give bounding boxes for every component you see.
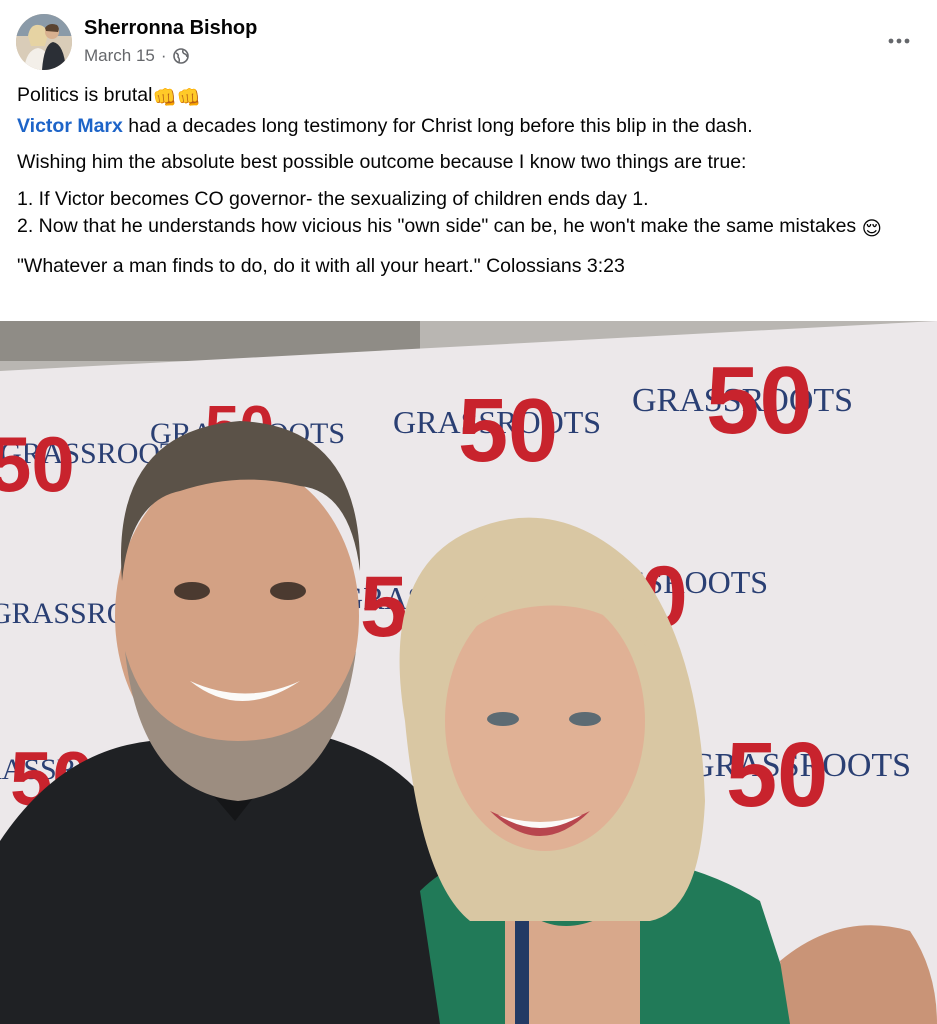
more-options-icon	[888, 38, 910, 44]
backdrop-50-8: 50	[726, 724, 828, 826]
meta-separator: ·	[160, 46, 167, 65]
facebook-post: Sherronna Bishop March 15 · Politics is …	[0, 0, 937, 1024]
politics-text: Politics is brutal	[17, 84, 153, 106]
fist-bump-emoji-icon: 👊👊	[152, 87, 202, 109]
more-options-button[interactable]	[881, 26, 917, 56]
globe-icon[interactable]	[172, 48, 189, 64]
author-avatar[interactable]	[16, 14, 72, 70]
relieved-face-emoji-icon: 😌	[861, 218, 882, 240]
backdrop-50-1: 50	[0, 420, 75, 508]
post-header: Sherronna Bishop March 15 ·	[16, 14, 921, 72]
mention-sentence: had a decades long testimony for Christ …	[122, 114, 753, 137]
author-name[interactable]: Sherronna Bishop	[84, 17, 257, 40]
line-politics: Politics is brutal👊👊	[17, 82, 917, 113]
paragraph-list: 1. If Victor becomes CO governor- the se…	[17, 186, 917, 244]
paragraph-wishing: Wishing him the absolute best possible o…	[17, 151, 747, 173]
list-item-2-text: 2. Now that he understands how vicious h…	[17, 215, 857, 237]
backdrop-50-3: 50	[458, 381, 558, 481]
mention-victor-marx[interactable]: Victor Marx	[17, 115, 123, 137]
paragraph-1: Politics is brutal👊👊 Victor Marx had a d…	[17, 82, 917, 140]
list-item-1: 1. If Victor becomes CO governor- the se…	[17, 187, 649, 210]
post-meta: March 15 ·	[84, 46, 189, 66]
post-date[interactable]: March 15	[84, 46, 155, 66]
post-body: Politics is brutal👊👊 Victor Marx had a d…	[17, 82, 917, 289]
backdrop-50-4: 50	[706, 347, 813, 454]
line-mention: Victor Marx had a decades long testimony…	[17, 113, 917, 141]
paragraph-quote: "Whatever a man finds to do, do it with …	[17, 254, 625, 277]
post-photo[interactable]: GRASSROOTS GRASSROOTS GRASSROOTS GRASSRO…	[0, 321, 937, 1024]
list-item-2: 2. Now that he understands how vicious h…	[17, 213, 917, 244]
